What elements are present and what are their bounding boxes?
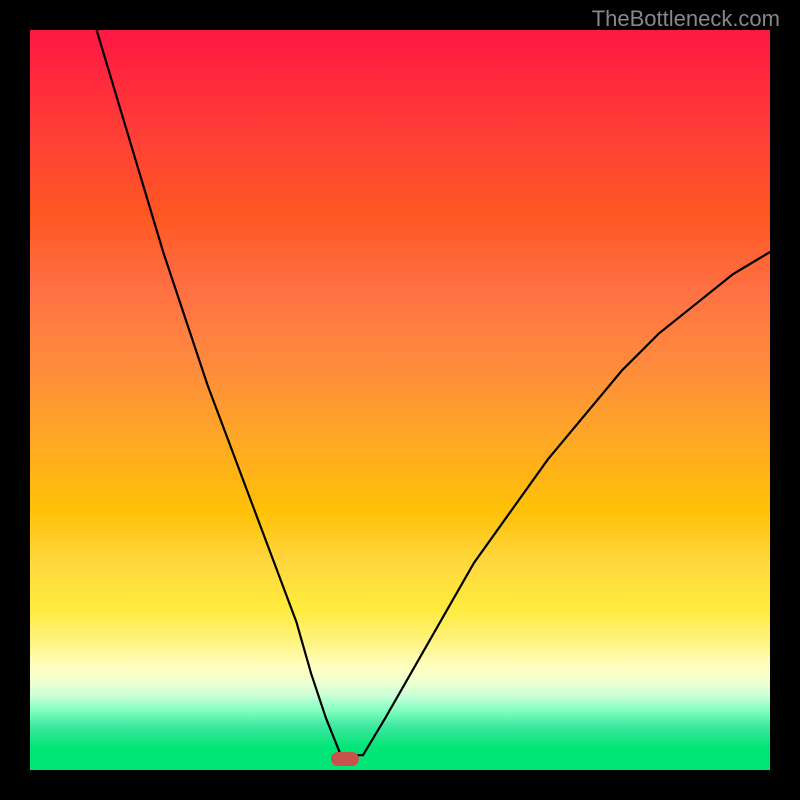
optimal-marker-icon <box>331 752 359 766</box>
watermark-text: TheBottleneck.com <box>592 6 780 32</box>
bottleneck-curve <box>30 30 770 770</box>
plot-area <box>30 30 770 770</box>
